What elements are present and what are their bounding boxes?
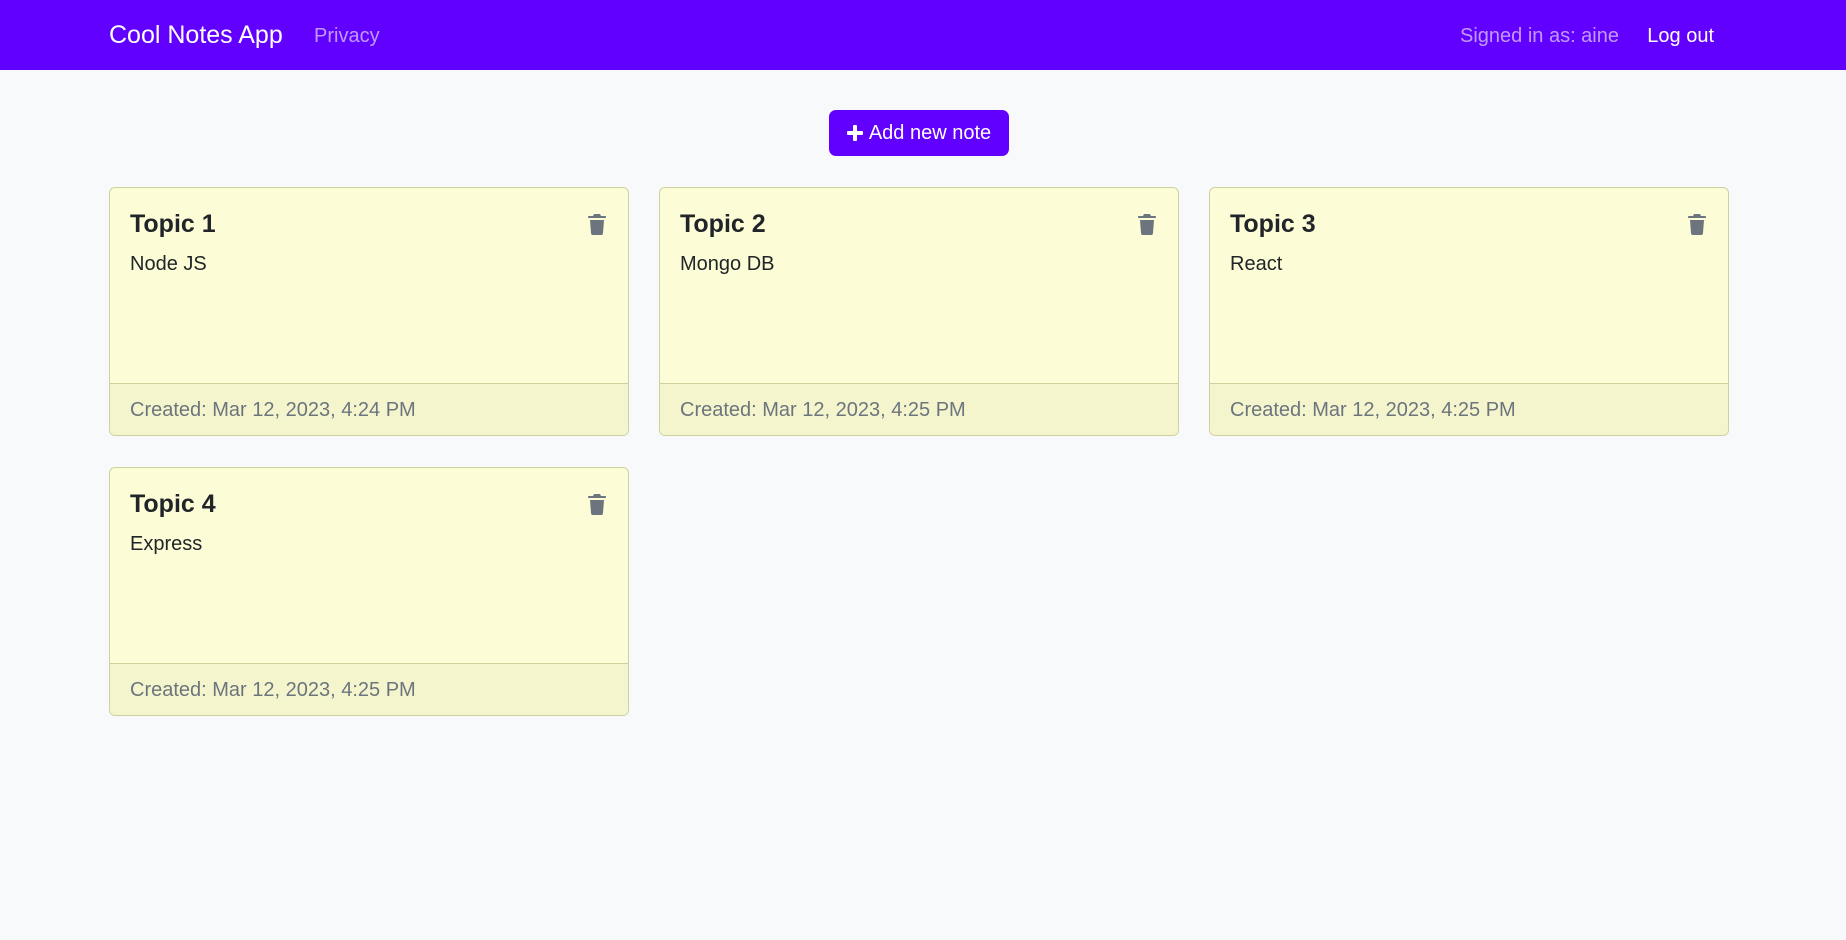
note-created-date: Created: Mar 12, 2023, 4:25 PM (680, 399, 966, 421)
note-card: Topic 3 React Created: Mar 12, 2023, 4:2… (1209, 187, 1729, 436)
note-title: Topic 1 (130, 210, 216, 238)
nav-privacy-link[interactable]: Privacy (314, 22, 380, 50)
trash-icon[interactable] (1688, 213, 1706, 235)
note-title: Topic 2 (680, 210, 766, 238)
signed-in-text: Signed in as: aine (1459, 25, 1619, 47)
note-created-date: Created: Mar 12, 2023, 4:25 PM (1230, 399, 1516, 421)
note-created-date: Created: Mar 12, 2023, 4:24 PM (130, 399, 416, 421)
note-card: Topic 4 Express Created: Mar 12, 2023, 4… (109, 467, 629, 716)
note-body: Topic 4 Express (110, 468, 628, 665)
note-footer: Created: Mar 12, 2023, 4:25 PM (660, 383, 1178, 435)
note-footer: Created: Mar 12, 2023, 4:25 PM (1210, 383, 1728, 435)
note-text: Node JS (130, 253, 207, 275)
note-body: Topic 2 Mongo DB (660, 188, 1178, 385)
navbar: Cool Notes App Privacy Signed in as: ain… (0, 0, 1846, 70)
brand-link[interactable]: Cool Notes App (109, 19, 283, 51)
note-footer: Created: Mar 12, 2023, 4:24 PM (110, 383, 628, 435)
note-created-date: Created: Mar 12, 2023, 4:25 PM (130, 679, 416, 701)
trash-icon[interactable] (588, 213, 606, 235)
plus-icon (846, 125, 863, 141)
note-body: Topic 3 React (1210, 188, 1728, 385)
note-card: Topic 2 Mongo DB Created: Mar 12, 2023, … (659, 187, 1179, 436)
note-title: Topic 3 (1230, 210, 1316, 238)
note-body: Topic 1 Node JS (110, 188, 628, 385)
note-title: Topic 4 (130, 490, 216, 518)
logout-link[interactable]: Log out (1647, 22, 1714, 50)
note-text: Mongo DB (680, 253, 775, 275)
note-footer: Created: Mar 12, 2023, 4:25 PM (110, 663, 628, 715)
add-note-label: Add new note (868, 121, 992, 144)
trash-icon[interactable] (1138, 213, 1156, 235)
note-text: Express (130, 533, 203, 555)
trash-icon[interactable] (588, 493, 606, 515)
note-card: Topic 1 Node JS Created: Mar 12, 2023, 4… (109, 187, 629, 436)
note-text: React (1230, 253, 1283, 275)
add-note-button[interactable]: Add new note (829, 110, 1009, 156)
